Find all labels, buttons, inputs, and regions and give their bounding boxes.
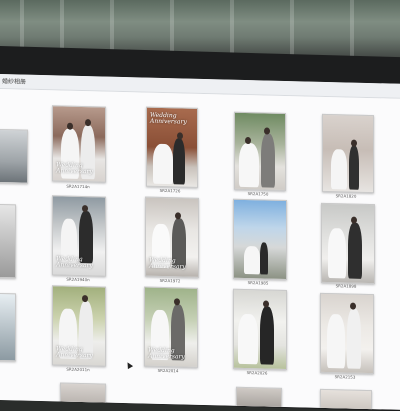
overlay-text: Wedding Anniversary: [56, 255, 93, 270]
file-name[interactable]: SR2A2026: [227, 370, 287, 376]
thumbnail[interactable]: [233, 288, 287, 371]
monitor-screen: 婚纱相册 Wedding Anniversary SR2A1714n Weddi…: [0, 74, 400, 410]
thumbnail[interactable]: [322, 113, 374, 194]
thumbnail[interactable]: [320, 292, 374, 375]
thumbnail[interactable]: Wedding Anniversary: [144, 286, 198, 368]
thumbnail[interactable]: Wedding Anniversary: [145, 196, 199, 278]
thumbnail[interactable]: Wedding Anniversary: [52, 285, 106, 367]
thumbnail[interactable]: [234, 111, 286, 191]
file-name[interactable]: SR2A1726: [140, 187, 200, 194]
thumbnail[interactable]: [233, 198, 287, 281]
window-title: 婚纱相册: [2, 78, 27, 86]
thumbnail-partial[interactable]: [0, 292, 16, 362]
thumbnail-partial[interactable]: [0, 128, 28, 184]
file-name[interactable]: SR2A2011n: [48, 366, 108, 373]
file-name[interactable]: SR2A2153: [315, 374, 375, 380]
overlay-text: Wedding Anniversary: [148, 346, 185, 361]
file-name[interactable]: SR2A1940n: [48, 276, 108, 283]
thumbnail[interactable]: [321, 202, 375, 285]
file-name[interactable]: SR2A1972: [140, 277, 200, 284]
overlay-text: Wedding Anniversary: [56, 345, 93, 360]
thumbnail[interactable]: Wedding Anniversary: [52, 195, 106, 277]
file-name[interactable]: SR2A1898: [316, 283, 376, 289]
file-name[interactable]: SR2A2014: [138, 367, 198, 374]
file-name[interactable]: SR2A1714n: [48, 183, 108, 190]
overlay-text: Wedding Anniversary: [56, 161, 93, 176]
thumbnail[interactable]: Wedding Anniversary: [146, 106, 198, 188]
thumbnail[interactable]: Wedding Anniversary: [52, 105, 106, 183]
file-name[interactable]: SR2A1985: [228, 280, 288, 286]
thumbnail-partial[interactable]: [60, 382, 106, 410]
thumbnail-partial[interactable]: [0, 203, 16, 279]
file-name[interactable]: SR2A1750: [228, 191, 288, 197]
thumbnail-partial[interactable]: [320, 388, 372, 410]
file-grid: Wedding Anniversary SR2A1714n Wedding An…: [0, 89, 400, 410]
file-name[interactable]: SR2A1820: [316, 193, 376, 199]
overlay-text: Wedding Anniversary: [150, 111, 187, 126]
overlay-text: Wedding Anniversary: [149, 256, 186, 271]
